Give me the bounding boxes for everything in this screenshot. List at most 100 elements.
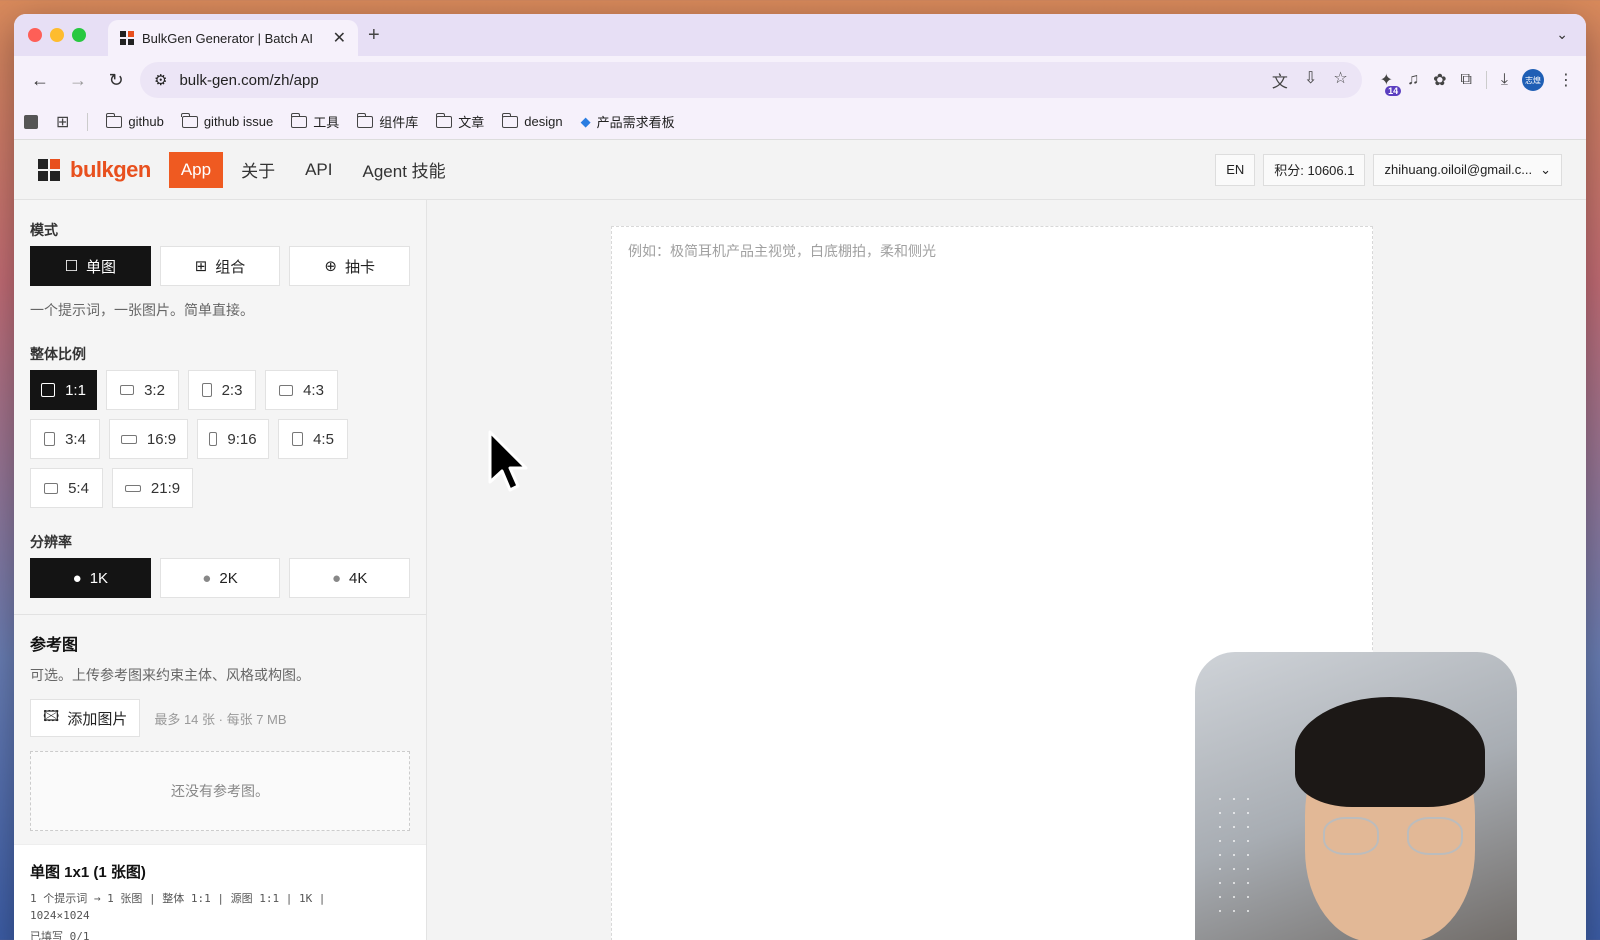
ratio-4-3-button[interactable]: 4:3: [265, 370, 338, 410]
mode-single-button[interactable]: ☐ 单图: [30, 246, 151, 286]
extension-3-icon[interactable]: ✿: [1433, 70, 1446, 90]
install-app-icon[interactable]: ⇩: [1304, 68, 1317, 92]
bookmark-label: 产品需求看板: [596, 115, 675, 130]
ratio-4-5-button[interactable]: 4:5: [278, 419, 348, 459]
ratio-2-3-button[interactable]: 2:3: [188, 370, 256, 410]
nav-about[interactable]: 关于: [229, 149, 287, 190]
folder-icon: [290, 112, 308, 128]
resolution-4k-button[interactable]: ● 4K: [289, 558, 411, 598]
mode-label: 模式: [30, 222, 58, 238]
minimize-window-button[interactable]: [50, 28, 64, 42]
bookmark-label: github: [128, 114, 164, 129]
ratio-option-label: 1:1: [65, 381, 86, 399]
resolution-option-label: 4K: [349, 569, 368, 587]
profile-avatar[interactable]: 志煌: [1522, 69, 1544, 91]
mode-selector: ☐ 单图 ⊞ 组合 ⊕ 抽卡: [30, 246, 411, 286]
ratio-21-9-button[interactable]: 21:9: [112, 468, 193, 508]
maximize-window-button[interactable]: [72, 28, 86, 42]
translate-icon[interactable]: 文: [1272, 68, 1288, 92]
summary-size: 1024×1024: [30, 909, 90, 922]
ratio-option-label: 9:16: [227, 430, 257, 448]
nav-agent-skills[interactable]: Agent 技能: [351, 149, 458, 190]
empty-reference-text: 还没有参考图。: [171, 783, 269, 799]
extension-icon[interactable]: ✦ 14: [1380, 70, 1402, 96]
extension-2-icon[interactable]: ♫: [1407, 71, 1419, 89]
ratio-9-16-button[interactable]: 9:16: [197, 419, 269, 459]
mode-combo-button[interactable]: ⊞ 组合: [159, 246, 281, 286]
bookmark-articles[interactable]: 文章: [435, 112, 484, 131]
nav-api[interactable]: API: [293, 152, 344, 188]
brand-logo[interactable]: bulkgen: [38, 157, 151, 183]
ratio-5-4-button[interactable]: 5:4: [30, 468, 103, 508]
account-dropdown[interactable]: zhihuang.oiloil@gmail.c... ⌄: [1373, 153, 1562, 186]
mode-hint: 一个提示词，一张图片。简单直接。: [30, 302, 254, 318]
new-tab-button[interactable]: +: [368, 24, 380, 47]
browser-menu-icon[interactable]: ⋮: [1558, 70, 1574, 90]
bookmark-components[interactable]: 组件库: [356, 112, 419, 131]
grid-icon: ⊞: [194, 258, 208, 275]
bookmark-tools[interactable]: 工具: [290, 112, 339, 131]
square-icon: ☐: [64, 258, 79, 275]
image-plus-icon: 🖾: [43, 707, 60, 725]
ratio-3-4-button[interactable]: 3:4: [30, 419, 100, 459]
ratio-square-icon: [41, 383, 56, 397]
site-settings-icon[interactable]: ⚙: [154, 71, 167, 89]
add-image-label: 添加图片: [67, 710, 128, 728]
upload-row: 🖾 添加图片 最多 14 张 · 每张 7 MB: [30, 699, 410, 737]
forward-button[interactable]: →: [64, 66, 92, 94]
prompt-input[interactable]: [628, 243, 1356, 259]
presenter-hair: [1295, 697, 1485, 807]
address-bar[interactable]: ⚙ bulk-gen.com/zh/app 文 ⇩ ☆: [140, 62, 1362, 98]
apps-grid-icon[interactable]: ⊞: [56, 112, 69, 132]
ratio-row-1: 1:1 3:2 2:3 4:3: [30, 370, 410, 410]
ratio-row-2: 3:4 16:9 9:16 4:5: [30, 419, 410, 459]
ratio-3-2-button[interactable]: 3:2: [106, 370, 179, 410]
bookmark-app-icon[interactable]: [24, 114, 38, 129]
resolution-1k-button[interactable]: ● 1K: [30, 558, 151, 598]
ratio-portrait-icon: [292, 432, 304, 446]
window-controls: [28, 28, 86, 42]
add-image-button[interactable]: 🖾 添加图片: [30, 699, 141, 737]
reference-dropzone[interactable]: 还没有参考图。: [30, 751, 410, 831]
close-window-button[interactable]: [28, 28, 42, 42]
ratio-16-9-button[interactable]: 16:9: [109, 419, 188, 459]
summary-filled: 已填写 0/1: [30, 930, 90, 940]
extensions-puzzle-icon[interactable]: ⧉: [1460, 71, 1471, 89]
reload-button[interactable]: ↻: [102, 66, 130, 94]
mouse-cursor-icon: [488, 430, 528, 492]
bookmark-design[interactable]: design: [501, 112, 563, 129]
app-header: bulkgen App 关于 API Agent 技能 EN 积分: 10606…: [14, 140, 1586, 200]
browser-tab-active[interactable]: BulkGen Generator | Batch AI ✕: [108, 20, 358, 56]
bookmark-label: 组件库: [379, 115, 419, 130]
folder-icon: [501, 112, 519, 128]
ratio-wide-icon: [120, 434, 137, 444]
reference-title: 参考图: [30, 637, 79, 654]
mode-draw-button[interactable]: ⊕ 抽卡: [289, 246, 411, 286]
glasses-right: [1407, 817, 1463, 855]
resolution-2k-button[interactable]: ● 2K: [159, 558, 281, 598]
generation-summary: 单图 1x1 (1 张图) 1 个提示词 → 1 张图 | 整体 1:1 | 源…: [14, 844, 426, 940]
toolbar-divider: [1485, 71, 1487, 89]
bookmark-github-issue[interactable]: github issue: [181, 112, 273, 129]
folder-icon: [105, 112, 123, 128]
resolution-option-label: 2K: [219, 569, 238, 587]
address-row: ← → ↻ ⚙ bulk-gen.com/zh/app 文 ⇩ ☆ ✦ 14 ♫ …: [14, 56, 1586, 104]
account-email: zhihuang.oiloil@gmail.c...: [1384, 162, 1533, 177]
close-tab-icon[interactable]: ✕: [333, 28, 346, 48]
ratio-1-1-button[interactable]: 1:1: [30, 370, 97, 410]
nav-app[interactable]: App: [168, 151, 224, 188]
dot-icon: ●: [202, 569, 212, 587]
back-button[interactable]: ←: [26, 66, 54, 94]
language-button[interactable]: EN: [1215, 153, 1256, 186]
tab-search-chevron-icon[interactable]: ⌄: [1556, 26, 1568, 43]
bookmark-github[interactable]: github: [105, 112, 164, 129]
bookmark-product-board[interactable]: ◆ 产品需求看板: [581, 112, 675, 131]
upload-limit: 最多 14 张 · 每张 7 MB: [154, 711, 287, 727]
downloads-icon[interactable]: ⤓: [1501, 71, 1508, 89]
credits-display: 积分: 10606.1: [1263, 153, 1366, 186]
folder-icon: [435, 112, 453, 128]
chevron-down-icon: ⌄: [1540, 161, 1551, 177]
bookmark-star-icon[interactable]: ☆: [1333, 68, 1347, 92]
extension-badge: 14: [1385, 86, 1402, 96]
background-lamp: [1213, 792, 1253, 912]
